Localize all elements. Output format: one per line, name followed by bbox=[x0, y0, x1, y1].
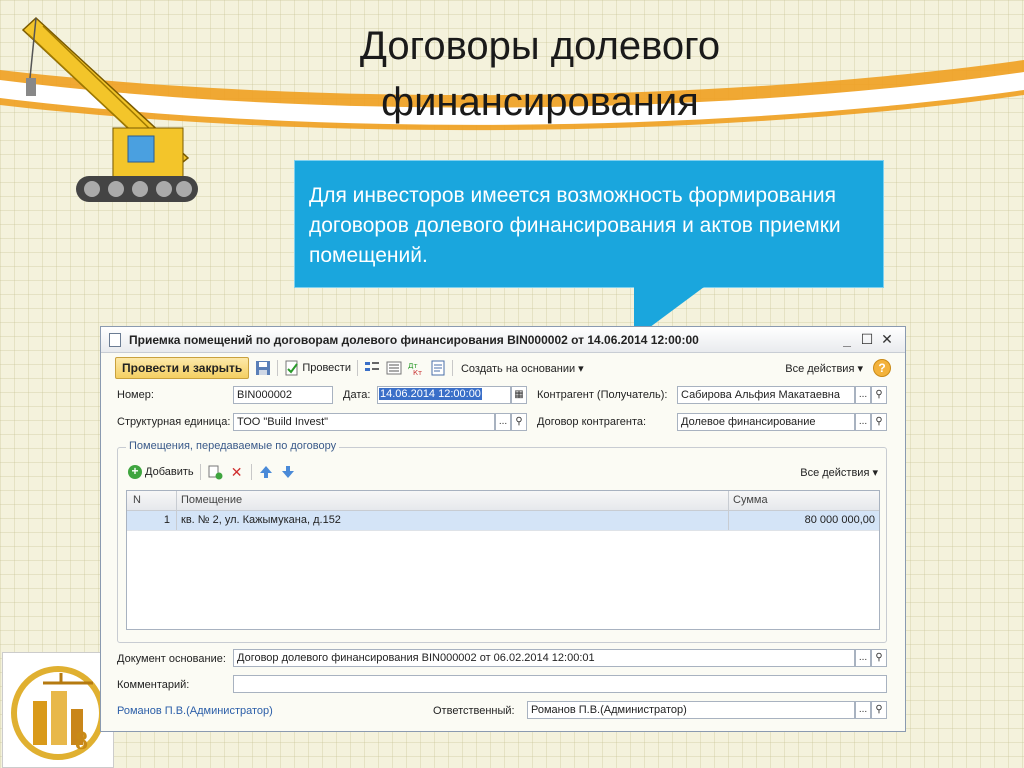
toolbar-separator bbox=[250, 464, 252, 480]
toolbar-separator bbox=[277, 360, 279, 376]
basis-label: Документ основание: bbox=[117, 653, 226, 665]
svg-text:8: 8 bbox=[75, 726, 88, 755]
create-based-on-menu[interactable]: Создать на основании ▾ bbox=[461, 362, 584, 375]
window-title: Приемка помещений по договорам долевого … bbox=[129, 332, 699, 347]
row-room: кв. № 2, ул. Кажымукана, д.152 bbox=[177, 511, 729, 530]
search-icon[interactable]: ⚲ bbox=[871, 701, 887, 719]
unit-field[interactable]: ТОО "Build Invest" bbox=[233, 413, 495, 431]
author-link[interactable]: Романов П.В.(Администратор) bbox=[117, 705, 273, 717]
responsible-label: Ответственный: bbox=[433, 705, 515, 717]
basis-field[interactable]: Договор долевого финансирования BIN00000… bbox=[233, 649, 855, 667]
unit-label: Структурная единица: bbox=[117, 416, 231, 428]
select-button[interactable]: ... bbox=[855, 701, 871, 719]
document-icon bbox=[109, 332, 121, 347]
select-button[interactable]: ... bbox=[855, 413, 871, 431]
rooms-all-actions-menu[interactable]: Все действия ▾ bbox=[800, 466, 878, 479]
table-row[interactable]: 1 кв. № 2, ул. Кажымукана, д.152 80 000 … bbox=[127, 511, 879, 531]
contract-field[interactable]: Долевое финансирование bbox=[677, 413, 855, 431]
toolbar-separator bbox=[451, 360, 453, 376]
search-icon[interactable]: ⚲ bbox=[511, 413, 527, 431]
all-actions-menu[interactable]: Все действия ▾ bbox=[785, 362, 863, 375]
add-icon: + bbox=[128, 465, 142, 479]
structure-icon[interactable] bbox=[364, 360, 380, 376]
comment-field[interactable] bbox=[233, 675, 887, 693]
svg-text:Кт: Кт bbox=[413, 369, 422, 376]
save-icon[interactable] bbox=[255, 360, 271, 376]
date-label: Дата: bbox=[343, 389, 371, 401]
comment-label: Комментарий: bbox=[117, 679, 190, 691]
close-button[interactable]: ✕ bbox=[877, 331, 897, 348]
counterparty-label: Контрагент (Получатель): bbox=[537, 389, 668, 401]
column-header-n[interactable]: N bbox=[127, 491, 177, 510]
add-label: Добавить bbox=[145, 466, 194, 478]
maximize-button[interactable]: ☐ bbox=[857, 331, 877, 348]
column-header-room[interactable]: Помещение bbox=[177, 491, 729, 510]
search-icon[interactable]: ⚲ bbox=[871, 413, 887, 431]
slide-title: Договоры долевого финансирования bbox=[359, 24, 721, 124]
callout-box: Для инвесторов имеется возможность форми… bbox=[294, 160, 884, 288]
window-titlebar: Приемка помещений по договорам долевого … bbox=[101, 327, 905, 353]
post-icon[interactable] bbox=[284, 360, 300, 376]
report-icon[interactable] bbox=[430, 360, 446, 376]
toolbar-separator bbox=[199, 464, 201, 480]
minimize-button[interactable]: _ bbox=[837, 332, 857, 348]
rooms-table: N Помещение Сумма 1 кв. № 2, ул. Кажымук… bbox=[126, 490, 880, 630]
search-icon[interactable]: ⚲ bbox=[871, 386, 887, 404]
search-icon[interactable]: ⚲ bbox=[871, 649, 887, 667]
delete-icon[interactable]: ✕ bbox=[229, 464, 245, 480]
logo-1c-8: 8 bbox=[2, 652, 114, 768]
post-button[interactable]: Провести bbox=[302, 362, 351, 374]
contract-label: Договор контрагента: bbox=[537, 416, 647, 428]
add-button[interactable]: + Добавить bbox=[128, 465, 194, 479]
list-icon[interactable] bbox=[386, 360, 402, 376]
number-field[interactable]: BIN000002 bbox=[233, 386, 333, 404]
table-header: N Помещение Сумма bbox=[127, 491, 879, 511]
rooms-group-title: Помещения, передаваемые по договору bbox=[126, 440, 340, 452]
post-and-close-button[interactable]: Провести и закрыть bbox=[115, 357, 250, 379]
number-label: Номер: bbox=[117, 389, 154, 401]
toolbar: Провести и закрыть Провести Дт Кт Создать… bbox=[101, 355, 905, 381]
select-button[interactable]: ... bbox=[855, 386, 871, 404]
column-header-sum[interactable]: Сумма bbox=[729, 491, 879, 510]
calendar-icon[interactable]: ▦ bbox=[511, 386, 527, 404]
select-button[interactable]: ... bbox=[855, 649, 871, 667]
dt-kt-icon[interactable]: ДтКт bbox=[408, 360, 424, 376]
document-window: Приемка помещений по договорам долевого … bbox=[100, 326, 906, 732]
move-up-icon[interactable] bbox=[258, 464, 274, 480]
date-value: 14.06.2014 12:00:00 bbox=[379, 388, 482, 400]
select-button[interactable]: ... bbox=[495, 413, 511, 431]
copy-icon[interactable] bbox=[207, 464, 223, 480]
rooms-toolbar: + Добавить ✕ Все действия ▾ bbox=[128, 462, 878, 482]
crane-illustration bbox=[21, 16, 198, 202]
date-field[interactable]: 14.06.2014 12:00:00 bbox=[377, 386, 511, 404]
logo-graphic: 8 bbox=[11, 666, 105, 760]
row-sum: 80 000 000,00 bbox=[804, 514, 875, 526]
callout-text: Для инвесторов имеется возможность форми… bbox=[309, 184, 841, 267]
toolbar-separator bbox=[356, 360, 358, 376]
row-number: 1 bbox=[127, 511, 177, 530]
help-icon[interactable]: ? bbox=[873, 359, 891, 377]
responsible-field[interactable]: Романов П.В.(Администратор) bbox=[527, 701, 855, 719]
move-down-icon[interactable] bbox=[280, 464, 296, 480]
rooms-group: Помещения, передаваемые по договору + До… bbox=[117, 440, 887, 643]
counterparty-field[interactable]: Сабирова Альфия Макатаевна bbox=[677, 386, 855, 404]
